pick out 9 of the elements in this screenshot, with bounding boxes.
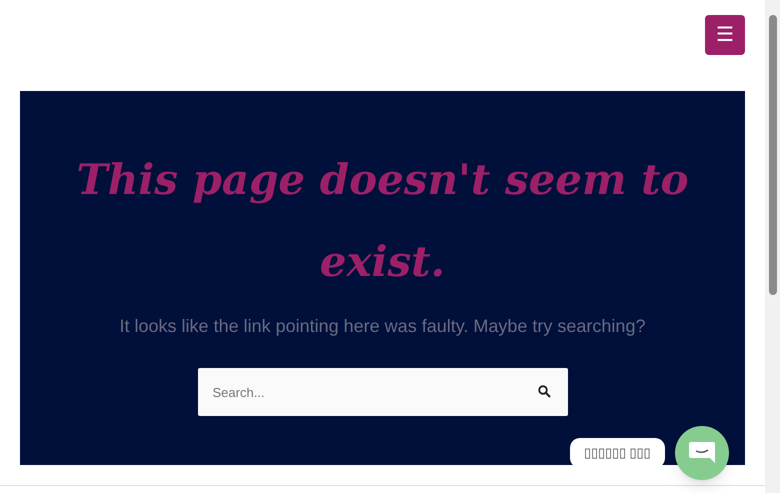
menu-button[interactable]: ☰ <box>705 15 745 55</box>
chat-label[interactable]: ▯▯▯▯▯▯ ▯▯▯ <box>570 438 665 468</box>
error-message: It looks like the link pointing here was faulty. Maybe try searching? <box>120 315 646 338</box>
search-field[interactable]: Search... <box>198 368 568 416</box>
search-icon[interactable] <box>538 385 550 398</box>
scrollbar[interactable] <box>765 0 780 493</box>
page-title: This page doesn't seem to exist. <box>75 154 690 288</box>
chat-bubble-icon <box>688 441 716 465</box>
scrollbar-thumb[interactable] <box>768 15 776 295</box>
